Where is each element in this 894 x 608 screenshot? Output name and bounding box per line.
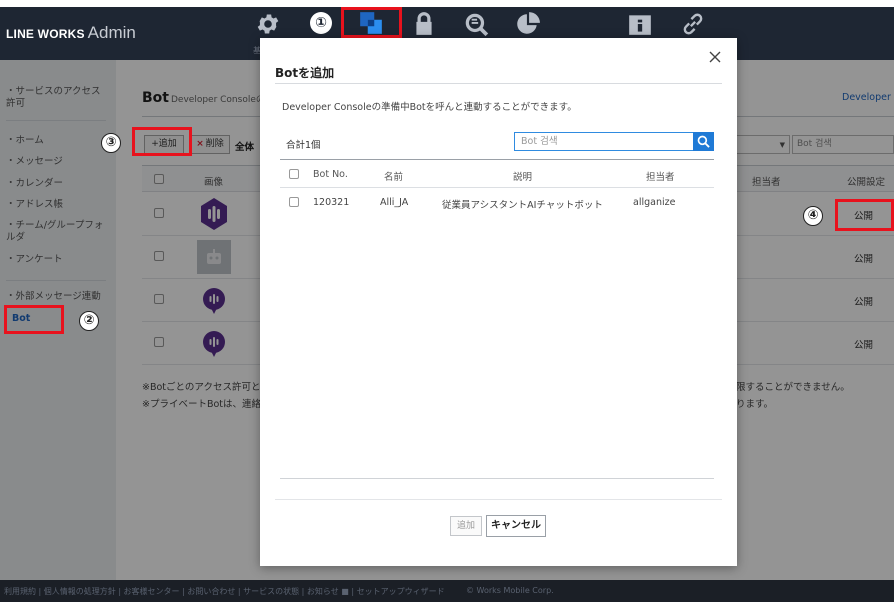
annotation-number-2: ② xyxy=(79,311,99,331)
pie-chart-icon[interactable] xyxy=(515,11,541,37)
cell-owner: allganize xyxy=(633,197,676,208)
annotation-box-publish xyxy=(835,199,894,231)
modal-title: Botを追加 xyxy=(275,66,335,80)
annotation-number-4: ④ xyxy=(803,206,823,226)
gear-icon[interactable] xyxy=(255,11,281,37)
column-description: 説明 xyxy=(513,172,533,183)
cell-name: Alli_JA xyxy=(380,197,409,208)
app-logo[interactable]: LINE WORKS Admin xyxy=(6,23,136,43)
modal-add-button[interactable]: 追加 xyxy=(450,516,482,536)
close-icon[interactable] xyxy=(707,49,723,65)
search-icon xyxy=(697,135,710,148)
modal-title-divider xyxy=(275,83,722,84)
footer-bar: 利用規約 | 個人情報の処理方針 | お客様センター | お問い合わせ | サー… xyxy=(0,580,894,602)
modal-select-all-checkbox[interactable] xyxy=(289,169,299,179)
modal-table-header: Bot No. 名前 説明 担当者 xyxy=(280,159,714,188)
modal-description: Developer Consoleの準備中Botを呼んと連動することができます。 xyxy=(282,102,577,113)
link-icon[interactable] xyxy=(680,11,706,37)
column-name: 名前 xyxy=(384,172,404,183)
annotation-box-bot-menu xyxy=(4,305,64,334)
table-row[interactable]: 120321 Alli_JA 従業員アシスタントAIチャットボット allgan… xyxy=(280,188,714,216)
annotation-number-1: ① xyxy=(310,12,332,34)
modal-search-button[interactable] xyxy=(693,132,714,151)
logo-brand: LINE WORKS xyxy=(6,27,85,41)
modal-search-input[interactable]: Bot 검색 xyxy=(514,132,694,151)
annotation-box-add-button xyxy=(132,127,192,156)
lock-icon[interactable] xyxy=(411,11,437,37)
footer-divider xyxy=(275,499,722,500)
cell-description: 従業員アシスタントAIチャットボット xyxy=(442,200,603,211)
row-checkbox[interactable] xyxy=(289,197,299,207)
bot-total-count: 合計1個 xyxy=(286,140,321,151)
info-building-icon[interactable] xyxy=(627,11,653,37)
footer-links[interactable]: 利用規約 | 個人情報の処理方針 | お客様センター | お問い合わせ | サー… xyxy=(4,586,445,597)
table-bottom-divider xyxy=(280,478,714,479)
logo-admin: Admin xyxy=(87,23,136,42)
column-bot-no: Bot No. xyxy=(313,169,348,180)
add-bot-modal: Botを追加 Developer Consoleの準備中Botを呼んと連動するこ… xyxy=(260,38,737,566)
modal-cancel-button[interactable]: キャンセル xyxy=(486,515,546,537)
annotation-number-3: ③ xyxy=(101,133,121,153)
cell-bot-no: 120321 xyxy=(313,197,350,208)
column-owner: 担当者 xyxy=(646,172,675,183)
annotation-box-services xyxy=(341,7,402,38)
search-monitor-icon[interactable] xyxy=(463,11,489,37)
footer-copyright: © Works Mobile Corp. xyxy=(466,586,554,595)
